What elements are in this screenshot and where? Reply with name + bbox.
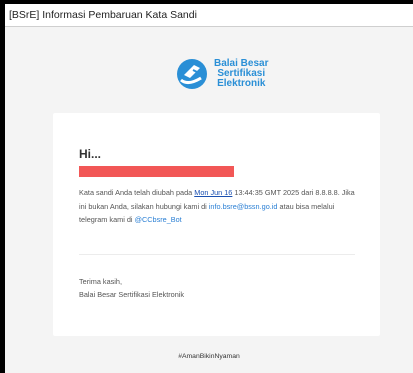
email-message: Kata sandi Anda telah diubah pada Mon Ju… xyxy=(79,186,364,227)
signature: Terima kasih, Balai Besar Sertifikasi El… xyxy=(79,276,184,301)
email-subject: [BSrE] Informasi Pembaruan Kata Sandi xyxy=(5,4,413,27)
bsre-logo-icon xyxy=(177,59,207,89)
date-link[interactable]: Mon Jun 16 xyxy=(194,188,232,197)
bsre-logo: Balai Besar Sertifikasi Elektronik xyxy=(174,56,268,92)
redacted-name xyxy=(79,166,234,177)
logo-text: Balai Besar Sertifikasi Elektronik xyxy=(214,59,268,89)
telegram-link[interactable]: @CCbsre_Bot xyxy=(135,215,182,224)
message-text: Kata sandi Anda telah diubah pada xyxy=(79,188,195,197)
signoff-text: Terima kasih, xyxy=(79,277,122,286)
greeting: Hi... xyxy=(79,147,102,161)
support-email-link[interactable]: info.bsre@bssn.go.id xyxy=(209,202,278,211)
email-card: Hi... Kata sandi Anda telah diubah pada … xyxy=(53,113,380,336)
sender-name: Balai Besar Sertifikasi Elektronik xyxy=(79,289,185,299)
logo-line: Elektronik xyxy=(217,78,266,89)
divider xyxy=(79,254,355,255)
footer-hashtag: #AmanBikinNyaman xyxy=(178,353,240,360)
email-window: [BSrE] Informasi Pembaruan Kata Sandi Ba… xyxy=(5,4,413,373)
